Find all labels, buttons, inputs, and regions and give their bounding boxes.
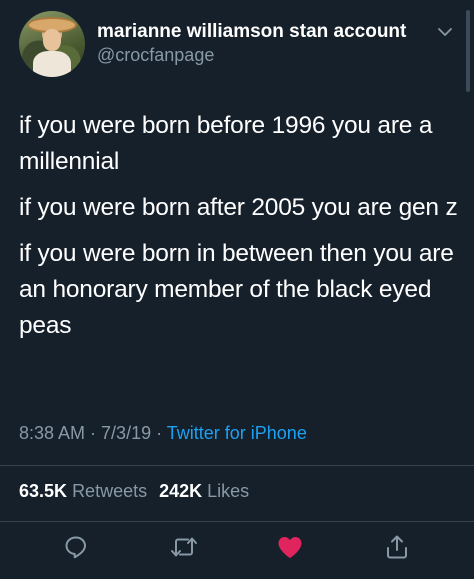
- tweet-paragraph: if you were born before 1996 you are a m…: [19, 112, 433, 175]
- scrollbar[interactable]: [466, 10, 470, 92]
- likes-stat[interactable]: 242K Likes: [159, 481, 249, 501]
- reply-button[interactable]: [62, 533, 90, 561]
- tweet-stats: 63.5K Retweets 242K Likes: [19, 481, 249, 502]
- tweet-source-link[interactable]: Twitter for iPhone: [167, 423, 307, 443]
- tweet-date: 7/3/19: [101, 423, 152, 443]
- tweet-time: 8:38 AM: [19, 423, 86, 443]
- tweet-detail: marianne williamson stan account @crocfa…: [0, 0, 474, 579]
- tweet-text: if you were born before 1996 you are a m…: [19, 108, 464, 354]
- retweets-stat[interactable]: 63.5K Retweets: [19, 481, 147, 501]
- tweet-paragraph: if you were born after 2005 you are gen …: [19, 194, 458, 221]
- retweet-icon: [171, 537, 197, 557]
- heart-icon: [278, 537, 302, 558]
- avatar-shirt: [33, 51, 71, 77]
- meta-separator: ·: [151, 423, 167, 443]
- reply-icon: [65, 536, 86, 559]
- divider: [0, 521, 474, 522]
- like-button[interactable]: [276, 533, 304, 561]
- avatar[interactable]: [19, 11, 85, 77]
- display-name[interactable]: marianne williamson stan account: [97, 21, 406, 43]
- tweet-paragraph: if you were born in between then you are…: [19, 240, 454, 339]
- retweets-label: Retweets: [72, 481, 148, 501]
- user-handle[interactable]: @crocfanpage: [97, 45, 214, 66]
- retweets-count: 63.5K: [19, 481, 68, 501]
- tweet-meta: 8:38 AM · 7/3/19 · Twitter for iPhone: [19, 423, 307, 444]
- meta-separator: ·: [85, 423, 102, 443]
- likes-label: Likes: [207, 481, 250, 501]
- avatar-face: [43, 29, 61, 51]
- divider: [0, 465, 474, 466]
- share-button[interactable]: [383, 533, 411, 561]
- retweet-button[interactable]: [170, 533, 198, 561]
- chevron-down-icon[interactable]: [437, 26, 453, 38]
- share-icon: [387, 535, 407, 559]
- likes-count: 242K: [159, 481, 203, 501]
